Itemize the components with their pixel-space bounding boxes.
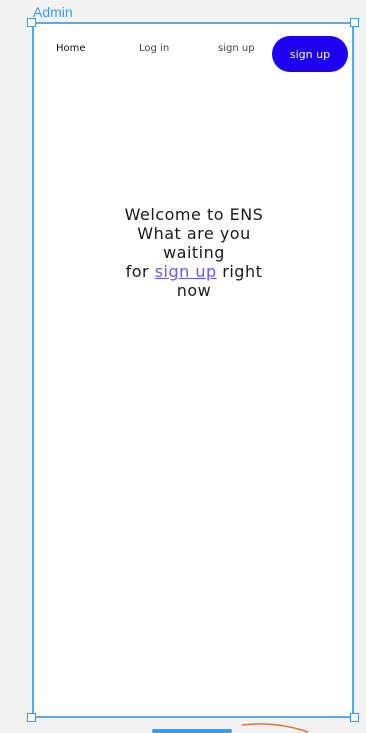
app-frame: Home Log in sign up sign up Welcome to E… xyxy=(32,22,354,718)
hero-line-4-suffix: right xyxy=(216,262,263,281)
nav-login-link[interactable]: Log in xyxy=(139,43,169,54)
nav-home-link[interactable]: Home xyxy=(56,43,86,54)
top-nav: Home Log in sign up sign up xyxy=(34,24,352,84)
hero-line-3: waiting xyxy=(163,243,225,262)
bottom-indicator xyxy=(152,729,232,733)
hero-line-5: now xyxy=(176,281,212,300)
hero-signup-link[interactable]: sign up xyxy=(155,262,217,281)
signup-button[interactable]: sign up xyxy=(272,36,348,72)
resize-handle-top-left[interactable] xyxy=(27,18,36,27)
resize-handle-bottom-left[interactable] xyxy=(27,713,36,722)
hero-line-4-prefix: for xyxy=(125,262,155,281)
hero-line-1: Welcome to ENS xyxy=(124,205,264,224)
resize-handle-bottom-right[interactable] xyxy=(350,713,359,722)
frame-label[interactable]: Admin xyxy=(33,4,73,20)
hero-line-2: What are you xyxy=(137,224,251,243)
hero-line-4: for sign up right xyxy=(94,262,294,281)
connector-curve xyxy=(241,723,309,733)
resize-handle-top-right[interactable] xyxy=(350,18,359,27)
hero-message: Welcome to ENS What are you waiting for … xyxy=(94,205,294,300)
nav-signup-link[interactable]: sign up xyxy=(218,43,255,54)
